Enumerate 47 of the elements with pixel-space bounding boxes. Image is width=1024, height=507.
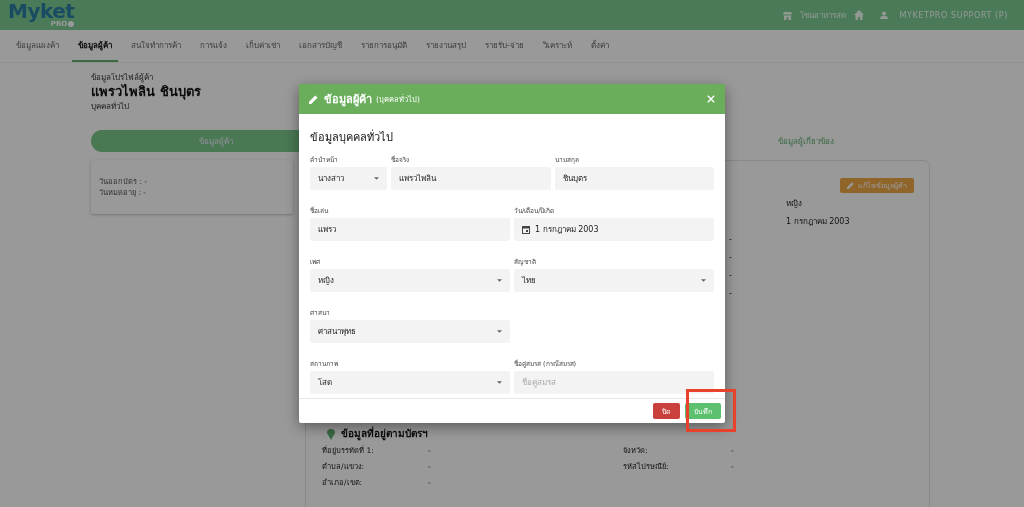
nav-tab[interactable]: ข้อมูลแผงค้า bbox=[10, 30, 65, 62]
modal-title: ข้อมูลผู้ค้า bbox=[324, 92, 372, 108]
logo: Myket bbox=[8, 2, 75, 20]
calendar-icon bbox=[522, 225, 530, 234]
input-field[interactable]: แพรวไพลิน bbox=[391, 167, 551, 190]
trader-type: บุคคลทั่วไป bbox=[91, 100, 129, 113]
nav-tab[interactable]: การแจ้ง bbox=[194, 30, 233, 62]
nav-tab[interactable]: สนใจทำการค้า bbox=[125, 30, 187, 62]
caret-icon bbox=[497, 381, 502, 384]
nav-tab[interactable]: วิเคราะห์ bbox=[536, 30, 578, 62]
input-field[interactable]: แพรว bbox=[310, 218, 510, 241]
home-icon[interactable] bbox=[854, 10, 865, 20]
pencil-icon bbox=[847, 182, 854, 189]
store-icon[interactable] bbox=[783, 10, 793, 20]
nav-tab[interactable]: เก็บค่าเช่า bbox=[240, 30, 286, 62]
pie-icon bbox=[68, 21, 75, 27]
detail-value: - bbox=[729, 288, 733, 300]
input-field[interactable]: ชินบุตร bbox=[554, 167, 714, 190]
pin-icon bbox=[327, 428, 335, 440]
caret-icon bbox=[497, 279, 502, 282]
caret-icon bbox=[374, 177, 379, 180]
nav-tab[interactable]: รายงานสรุป bbox=[420, 30, 472, 62]
address-heading: ข้อมูลที่อยู่ตามบัตรฯ bbox=[341, 427, 428, 441]
date-field[interactable]: 1 กรกฎาคม 2003 bbox=[514, 218, 714, 241]
detail-value: 1 กรกฎาคม 2003 bbox=[786, 216, 851, 228]
detail-value: - bbox=[729, 234, 733, 246]
highlight-frame bbox=[686, 389, 736, 432]
select-field[interactable]: โสด bbox=[310, 371, 510, 394]
detail-value: - bbox=[729, 252, 733, 264]
select-field[interactable]: ไทย bbox=[514, 269, 714, 292]
caret-icon bbox=[701, 279, 706, 282]
nav-tab[interactable]: รายการอนุมัติ bbox=[355, 30, 413, 62]
select-field[interactable]: ศาสนาพุทธ bbox=[310, 320, 510, 343]
input-field[interactable]: ชื่อคู่สมรส bbox=[514, 371, 714, 394]
user-icon[interactable] bbox=[880, 11, 889, 19]
caret-icon bbox=[497, 330, 502, 333]
select-field[interactable]: หญิง bbox=[310, 269, 510, 292]
trader-name: แพรวไพลิน ชินบุตร bbox=[91, 84, 201, 100]
nav-tab[interactable]: รายรับ-จ่าย bbox=[479, 30, 530, 62]
detail-value: หญิง bbox=[786, 198, 803, 210]
close-icon[interactable] bbox=[707, 95, 715, 103]
nav-tab[interactable]: ตั้งค่า bbox=[584, 30, 615, 62]
select-field[interactable]: นางสาว bbox=[310, 167, 387, 190]
nav-tab[interactable]: เอกสารบัญชี bbox=[293, 30, 348, 62]
detail-value: - bbox=[729, 270, 733, 282]
profile-caption: ข้อมูลโปรไฟล์ผู้ค้า bbox=[91, 72, 153, 84]
pencil-icon bbox=[309, 94, 318, 104]
